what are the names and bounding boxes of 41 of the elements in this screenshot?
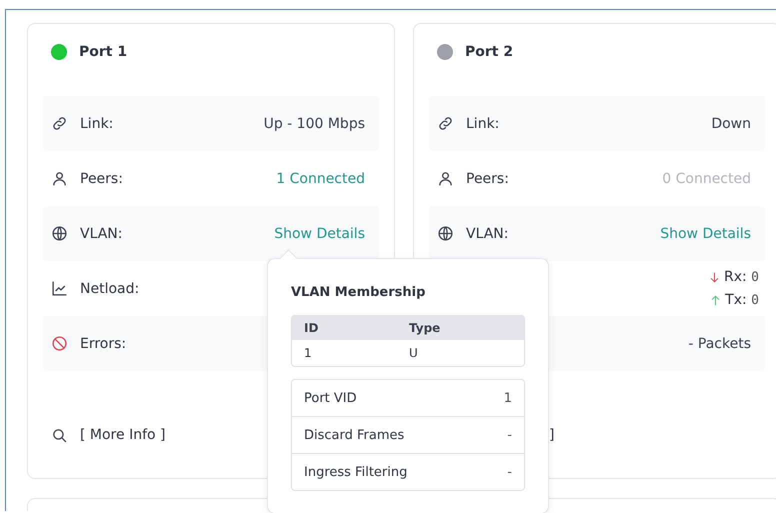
value-link[interactable]: 1 Connected (276, 170, 365, 186)
row-value: Down (711, 116, 751, 132)
port-title: Port 2 (465, 44, 514, 60)
row-label: VLAN: (80, 226, 122, 242)
row-value: 0 Connected (662, 170, 751, 186)
row-label: Link: (80, 116, 114, 132)
port-title: Port 1 (79, 44, 128, 60)
prohibited-icon (51, 335, 68, 352)
table-cell-text: 1 (304, 346, 313, 360)
setting-label: Port VID (304, 390, 357, 406)
link-icon (51, 115, 68, 132)
setting-value: - (507, 428, 512, 442)
traffic-reading: Tx: 0 (725, 292, 759, 308)
column-header: Type (409, 321, 442, 335)
value-link[interactable]: Show Details (274, 226, 365, 242)
row-value: Up - 100 Mbps (264, 116, 365, 132)
row-label: Netload: (80, 280, 140, 296)
row-label: Peers: (466, 170, 509, 186)
user-icon (51, 170, 68, 187)
setting-label: Discard Frames (304, 428, 404, 442)
row-label: Errors: (80, 336, 126, 352)
traffic-reading: Rx: 0 (724, 269, 759, 285)
setting-value: - (507, 464, 512, 480)
row-label: Link: (466, 116, 500, 132)
row-value: - Packets (688, 336, 751, 352)
setting-label: Ingress Filtering (304, 464, 408, 480)
more-info-link[interactable]: ] (549, 427, 554, 443)
column-header: ID (304, 321, 320, 335)
chart-icon (51, 280, 68, 297)
table-cell-text: U (409, 346, 419, 360)
link-icon (437, 115, 454, 132)
user-icon (437, 170, 454, 187)
popover-title: VLAN Membership (291, 284, 426, 302)
value-link[interactable]: Show Details (660, 226, 751, 242)
globe-icon (437, 225, 454, 242)
row-label: VLAN: (466, 226, 508, 242)
setting-value: 1 (504, 390, 512, 406)
more-info-link[interactable]: [ More Info ] (80, 427, 166, 443)
search-icon (51, 426, 68, 444)
globe-icon (51, 225, 68, 242)
row-label: Peers: (80, 170, 123, 186)
